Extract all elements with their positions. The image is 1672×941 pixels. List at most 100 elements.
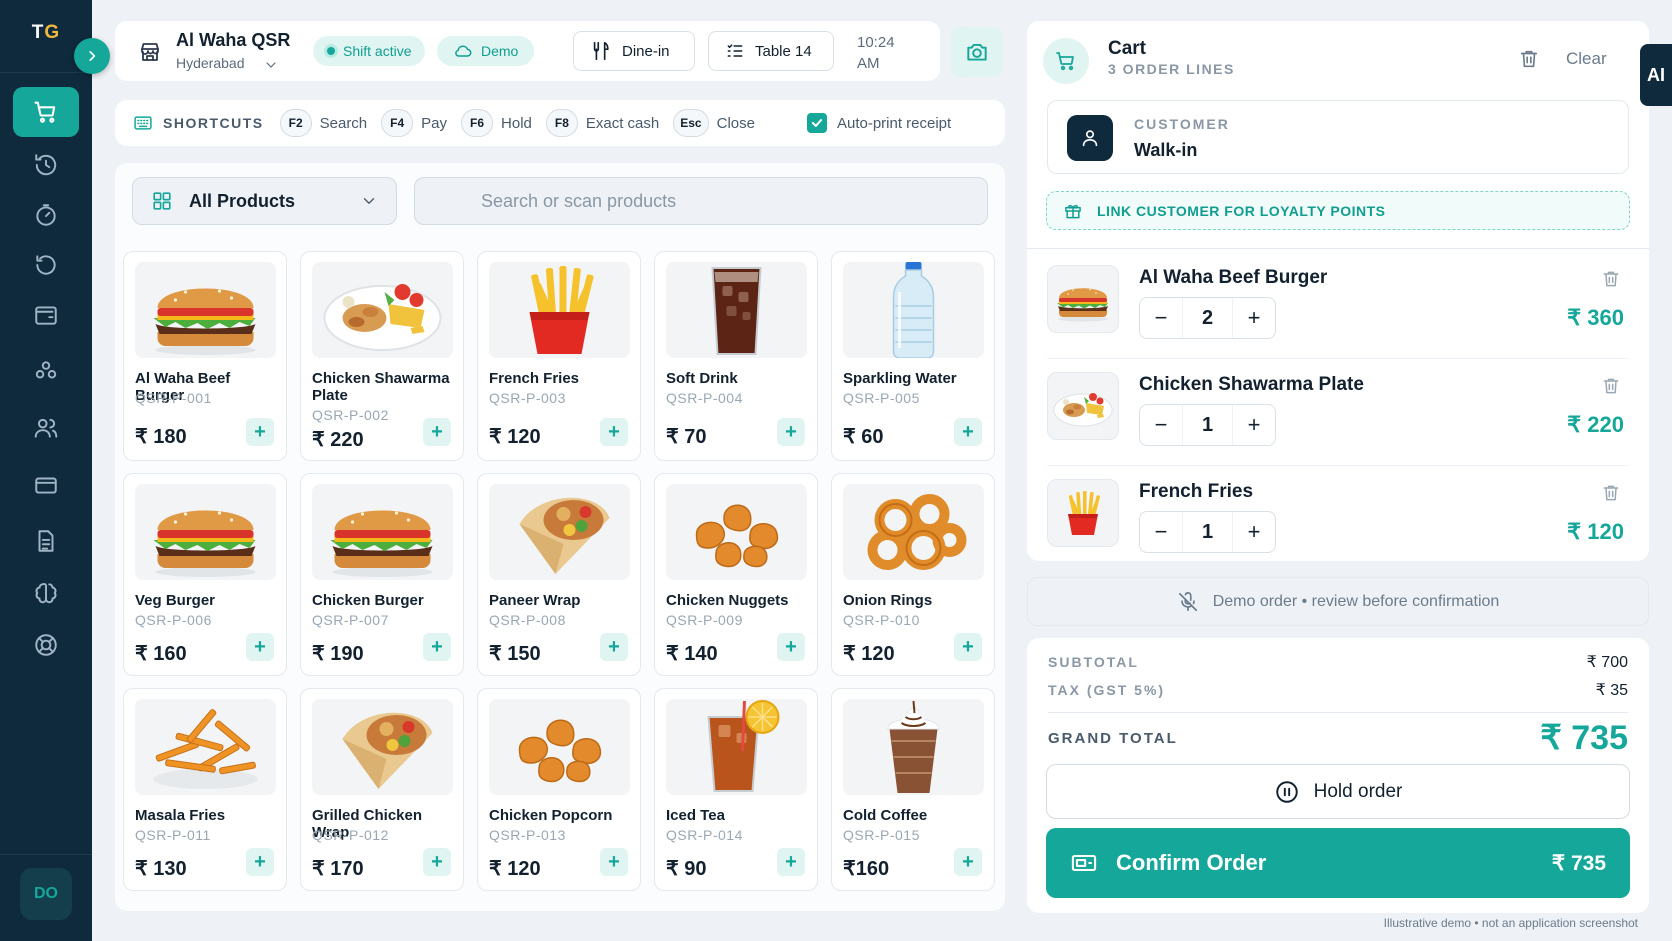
hold-order-button[interactable]: Hold order [1046, 764, 1630, 819]
nav-pos-cart[interactable] [13, 87, 79, 137]
product-card[interactable]: Chicken Shawarma Plate QSR-P-002 ₹ 220 + [300, 251, 464, 461]
group-icon [35, 361, 57, 379]
shift-status-badge: Shift active [313, 36, 426, 66]
add-to-cart-button[interactable]: + [777, 848, 805, 876]
trash-icon[interactable] [1601, 269, 1621, 289]
product-card[interactable]: Sparkling Water QSR-P-005 ₹ 60 + [831, 251, 995, 461]
add-to-cart-button[interactable]: + [600, 633, 628, 661]
increase-quantity-button[interactable]: + [1233, 405, 1275, 445]
nav-payments[interactable] [13, 460, 79, 510]
order-type-button[interactable]: Dine-in [573, 31, 695, 71]
increase-quantity-button[interactable]: + [1233, 512, 1275, 552]
camera-icon [967, 43, 987, 61]
product-image [843, 262, 984, 358]
table-select-button[interactable]: Table 14 [708, 31, 834, 71]
product-sku: QSR-P-010 [843, 612, 920, 628]
product-sku: QSR-P-007 [312, 612, 389, 628]
add-to-cart-button[interactable]: + [600, 418, 628, 446]
quantity-stepper[interactable]: −1 + [1139, 404, 1276, 446]
add-to-cart-button[interactable]: + [423, 633, 451, 661]
cash-icon [1071, 854, 1097, 872]
decrease-quantity-button[interactable]: − [1140, 512, 1182, 552]
product-name: French Fries [489, 370, 580, 387]
nav-reports[interactable] [13, 516, 79, 566]
product-image [312, 262, 453, 358]
sidebar-expand-button[interactable] [74, 38, 110, 74]
add-to-cart-button[interactable]: + [246, 848, 274, 876]
product-card[interactable]: Cold Coffee QSR-P-015 ₹160 + [831, 688, 995, 891]
product-sku: QSR-P-009 [666, 612, 743, 628]
store-city[interactable]: Hyderabad [176, 55, 245, 71]
add-to-cart-button[interactable]: + [600, 848, 628, 876]
add-to-cart-button[interactable]: + [423, 418, 451, 446]
add-to-cart-button[interactable]: + [954, 418, 982, 446]
search-input[interactable] [414, 177, 988, 225]
add-to-cart-button[interactable]: + [246, 418, 274, 446]
nav-wallet[interactable] [13, 290, 79, 340]
chevron-down-icon[interactable] [263, 57, 279, 73]
customer-card[interactable] [1047, 100, 1629, 174]
quantity-stepper[interactable]: −2 + [1139, 297, 1276, 339]
user-avatar[interactable]: DO [20, 868, 72, 920]
product-card[interactable]: Masala Fries QSR-P-011 ₹ 130 + [123, 688, 287, 891]
product-card[interactable]: Chicken Burger QSR-P-007 ₹ 190 + [300, 473, 464, 676]
product-card[interactable]: Iced Tea QSR-P-014 ₹ 90 + [654, 688, 818, 891]
add-to-cart-button[interactable]: + [423, 848, 451, 876]
sidebar-divider [0, 72, 92, 73]
product-sku: QSR-P-015 [843, 827, 920, 843]
product-image [666, 699, 807, 795]
ai-assistant-tab[interactable]: AI [1640, 44, 1672, 106]
nav-timer[interactable] [13, 190, 79, 240]
product-grid: Al Waha Beef Burger QSR-P-001 ₹ 180 + Chicke… [123, 251, 995, 891]
product-card[interactable]: Chicken Popcorn QSR-P-013 ₹ 120 + [477, 688, 641, 891]
user-icon [1082, 130, 1098, 147]
confirm-order-button[interactable]: Confirm Order ₹ 735 [1046, 828, 1630, 898]
kbd-f2: F2 [279, 109, 312, 137]
product-price: ₹ 120 [489, 426, 541, 448]
product-price: ₹ 170 [312, 858, 364, 880]
product-card[interactable]: French Fries QSR-P-003 ₹ 120 + [477, 251, 641, 461]
increase-quantity-button[interactable]: + [1233, 298, 1275, 338]
checkbox-checked-icon[interactable] [806, 113, 827, 133]
shortcut-hold-label: Hold [501, 114, 532, 132]
store-name[interactable]: Al Waha QSR [176, 30, 290, 51]
product-name: Cold Coffee [843, 807, 928, 824]
product-card[interactable]: Paneer Wrap QSR-P-008 ₹ 150 + [477, 473, 641, 676]
nav-history[interactable] [13, 140, 79, 190]
product-card[interactable]: Onion Rings QSR-P-010 ₹ 120 + [831, 473, 995, 676]
confirm-order-label: Confirm Order [1116, 850, 1267, 875]
add-to-cart-button[interactable]: + [777, 418, 805, 446]
timer-icon [36, 204, 56, 226]
product-image [489, 262, 630, 358]
nav-support[interactable] [13, 620, 79, 670]
add-to-cart-button[interactable]: + [246, 633, 274, 661]
trash-icon[interactable] [1601, 483, 1621, 503]
trash-icon[interactable] [1601, 376, 1621, 396]
demo-notice: Demo order • review before confirmation [1027, 577, 1649, 626]
camera-scan-button[interactable] [951, 27, 1003, 77]
auto-print-toggle[interactable]: Auto-print receipt [806, 113, 951, 133]
quantity-value: 2 [1182, 298, 1233, 338]
nav-refunds[interactable] [13, 240, 79, 290]
decrease-quantity-button[interactable]: − [1140, 405, 1182, 445]
decrease-quantity-button[interactable]: − [1140, 298, 1182, 338]
nav-customers[interactable] [13, 403, 79, 453]
product-price: ₹ 220 [312, 429, 364, 451]
product-card[interactable]: Grilled Chicken Wrap QSR-P-012 ₹ 170 + [300, 688, 464, 891]
link-loyalty-button[interactable]: LINK CUSTOMER FOR LOYALTY POINTS [1046, 191, 1630, 230]
nav-groups[interactable] [13, 346, 79, 396]
product-card[interactable]: Veg Burger QSR-P-006 ₹ 160 + [123, 473, 287, 676]
demo-notice-text: Demo order • review before confirmation [1212, 592, 1500, 610]
nav-ai-insights[interactable] [13, 568, 79, 618]
product-card[interactable]: Al Waha Beef Burger QSR-P-001 ₹ 180 + [123, 251, 287, 461]
product-card[interactable]: Chicken Nuggets QSR-P-009 ₹ 140 + [654, 473, 818, 676]
cart-line: Al Waha Beef Burger −2 + ₹ 360 [1027, 253, 1649, 359]
quantity-stepper[interactable]: −1 + [1139, 511, 1276, 553]
add-to-cart-button[interactable]: + [954, 633, 982, 661]
add-to-cart-button[interactable]: + [777, 633, 805, 661]
add-to-cart-button[interactable]: + [954, 848, 982, 876]
cart-title: Cart [1108, 38, 1147, 59]
product-card[interactable]: Soft Drink QSR-P-004 ₹ 70 + [654, 251, 818, 461]
category-select[interactable]: All Products [132, 177, 397, 225]
clear-cart-button[interactable]: Clear [1518, 48, 1607, 70]
